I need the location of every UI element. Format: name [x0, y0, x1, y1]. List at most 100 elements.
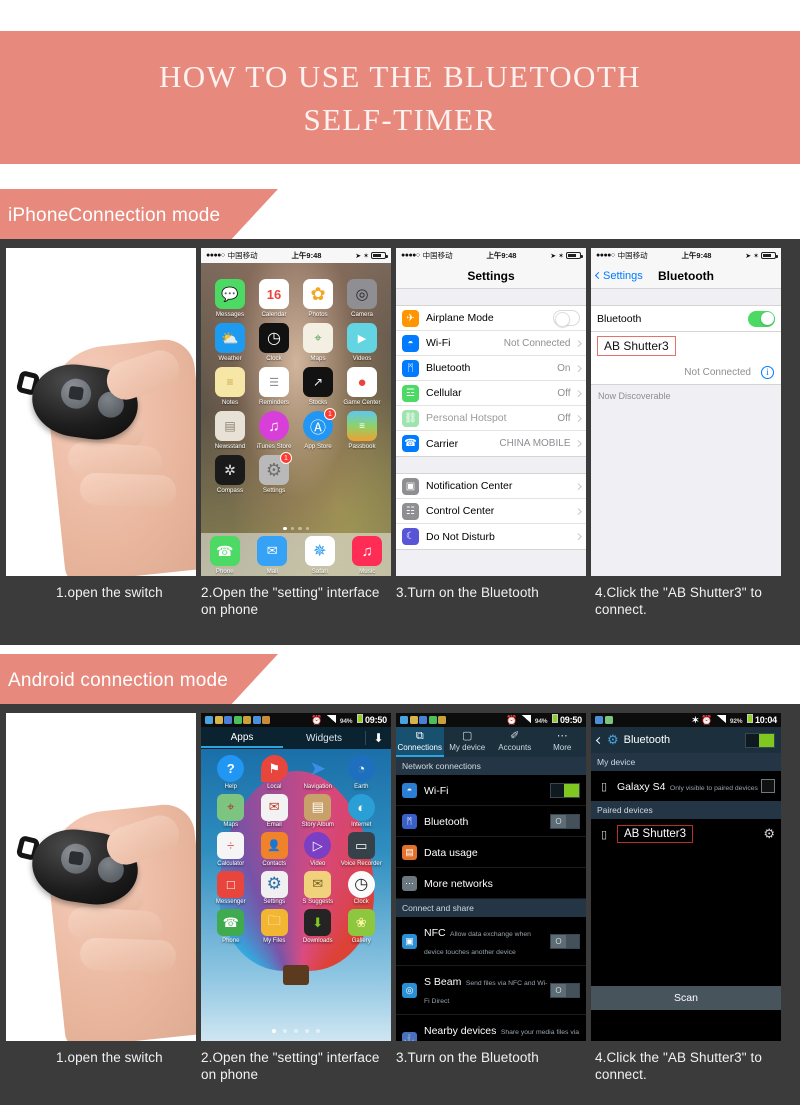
home-app[interactable]: ▤ Newsstand — [208, 411, 252, 450]
tab-apps[interactable]: Apps — [201, 729, 283, 748]
home-app[interactable]: ⌖ Maps — [296, 323, 340, 362]
tab-more[interactable]: ⋯ More — [539, 727, 587, 757]
battery-icon — [371, 252, 388, 259]
drawer-app[interactable]: ✉ S Suggests — [296, 870, 340, 905]
visibility-checkbox[interactable] — [761, 779, 775, 793]
tab-accounts[interactable]: ✐ Accounts — [491, 727, 539, 757]
signal-icon — [326, 715, 336, 723]
chevron-right-icon — [574, 533, 581, 540]
android-row-bluetooth[interactable]: ᛗ Bluetooth O — [396, 806, 586, 837]
app-label: Videos — [352, 355, 372, 362]
scan-button[interactable]: Scan — [591, 986, 781, 1010]
drawer-app[interactable]: ⬇ Downloads — [296, 909, 340, 944]
s-beam-switch[interactable]: O — [550, 982, 580, 998]
drawer-app[interactable]: ❀ Gallery — [340, 909, 384, 944]
settings-row-control-center[interactable]: ☷ Control Center — [396, 499, 586, 524]
drawer-app[interactable]: ? Help — [209, 755, 253, 790]
settings-row-bluetooth[interactable]: ᛗ Bluetooth On — [396, 356, 586, 381]
home-app[interactable]: ✲ Compass — [208, 455, 252, 494]
home-app[interactable]: ↗ Stocks — [296, 367, 340, 406]
back-icon[interactable] — [595, 736, 604, 744]
home-app[interactable]: ◎ Camera — [340, 279, 384, 318]
settings-row-carrier[interactable]: ☎ Carrier CHINA MOBILE — [396, 431, 586, 456]
nfc-switch[interactable]: O — [550, 933, 580, 949]
airplane-toggle[interactable] — [553, 310, 580, 327]
drawer-app[interactable]: ☎ Phone — [209, 909, 253, 944]
bluetooth-device-status-row[interactable]: Not Connected i — [591, 360, 781, 385]
infographic-page: HOW TO USE THE BLUETOOTH SELF-TIMER iPho… — [0, 0, 800, 1114]
drawer-app[interactable]: ⚙ Settings — [253, 870, 297, 905]
dock-app[interactable]: ✉ Mail — [257, 536, 288, 575]
drawer-app[interactable]: □ Messenger — [209, 870, 253, 905]
home-app[interactable]: ✿ Photos — [296, 279, 340, 318]
drawer-app[interactable]: ➤ Navigation — [296, 755, 340, 790]
settings-group-system: ▣ Notification Center ☷ Control Center ☾ — [396, 473, 586, 550]
app-icon: ✲ — [215, 455, 245, 485]
app-icon: ◷ — [259, 323, 289, 353]
android-row-nfc[interactable]: ▣ NFC Allow data exchange when device to… — [396, 917, 586, 966]
drawer-app[interactable]: ◷ Clock — [340, 870, 384, 905]
settings-row-do-not-disturb[interactable]: ☾ Do Not Disturb — [396, 524, 586, 549]
bluetooth-master-switch[interactable] — [745, 732, 775, 748]
settings-row-wifi[interactable]: ◓ Wi-Fi Not Connected — [396, 331, 586, 356]
drawer-app[interactable]: ✉ Email — [253, 793, 297, 828]
home-app[interactable]: ▶ Videos — [340, 323, 384, 362]
home-app[interactable]: ⛅ Weather — [208, 323, 252, 362]
gear-icon[interactable]: ⚙ — [763, 826, 775, 842]
bluetooth-switch[interactable]: O — [550, 813, 580, 829]
home-app[interactable]: ◷ Clock — [252, 323, 296, 362]
home-app[interactable]: 1 ⚙ Settings — [252, 452, 296, 494]
dock-app[interactable]: ✵ Safari — [304, 536, 335, 575]
app-icon: ◎ — [347, 279, 377, 309]
finger — [79, 472, 177, 508]
bluetooth-device-row[interactable]: AB Shutter3 — [591, 332, 781, 360]
settings-row-hotspot[interactable]: ⛓ Personal Hotspot Off — [396, 406, 586, 431]
drawer-app[interactable]: ▤ Story Album — [296, 793, 340, 828]
app-label: Clock — [353, 899, 369, 905]
caption-step-4: 4.Click the "AB Shutter3" to connect. — [595, 1050, 762, 1082]
download-icon[interactable]: ⬇ — [365, 731, 391, 745]
android-row-nearby-devices[interactable]: ⚓ Nearby devices Share your media files … — [396, 1015, 586, 1041]
dock-app[interactable]: ☎ Phone — [209, 536, 240, 575]
settings-row-notification-center[interactable]: ▣ Notification Center — [396, 474, 586, 499]
info-icon[interactable]: i — [761, 365, 774, 379]
back-button[interactable]: Settings — [594, 270, 643, 282]
tab-connections[interactable]: ⧉ Connections — [396, 727, 444, 757]
home-app[interactable]: ≡ Notes — [208, 367, 252, 406]
app-label: Mail — [266, 568, 278, 575]
drawer-app[interactable]: ⌖ Maps — [209, 793, 253, 828]
tab-label: More — [553, 742, 572, 752]
android-paired-device-row[interactable]: ▯ AB Shutter3 ⚙ — [591, 819, 781, 849]
home-app[interactable]: ≡ Passbook — [340, 411, 384, 450]
drawer-app[interactable]: ▷ Video — [296, 832, 340, 867]
drawer-app[interactable]: ⚑ Local — [253, 755, 297, 790]
more-icon: ⋯ — [556, 729, 568, 742]
tab-my-device[interactable]: ▢ My device — [444, 727, 492, 757]
home-app[interactable]: ● Game Center — [340, 367, 384, 406]
settings-row-airplane[interactable]: ✈ Airplane Mode — [396, 306, 586, 331]
app-icon: ❀ — [347, 909, 375, 936]
tab-widgets[interactable]: Widgets — [283, 730, 365, 747]
android-row-wifi[interactable]: ◓ Wi-Fi — [396, 775, 586, 806]
home-app[interactable]: 1 Ⓐ App Store — [296, 408, 340, 450]
home-app[interactable]: ♫ iTunes Store — [252, 411, 296, 450]
wifi-switch[interactable] — [550, 782, 580, 798]
drawer-app[interactable]: ◐ Internet — [340, 793, 384, 828]
android-my-device-row[interactable]: ▯ Galaxy S4 Only visible to paired devic… — [591, 771, 781, 801]
bluetooth-toggle-row[interactable]: Bluetooth — [591, 306, 781, 331]
drawer-app[interactable]: ÷ Calculator — [209, 832, 253, 867]
android-row-more-networks[interactable]: ⋯ More networks — [396, 868, 586, 899]
home-app[interactable]: ☰ Reminders — [252, 367, 296, 406]
dock-app[interactable]: ♫ Music — [352, 536, 383, 575]
android-status-bar: ⏰ 94% 09:50 — [396, 713, 586, 727]
drawer-app[interactable]: ◔ Earth — [340, 755, 384, 790]
drawer-app[interactable]: 🗀 My Files — [253, 909, 297, 944]
home-app[interactable]: 💬 Messages — [208, 279, 252, 318]
drawer-app[interactable]: 👤 Contacts — [253, 832, 297, 867]
drawer-app[interactable]: ▭ Voice Recorder — [340, 832, 384, 867]
home-app[interactable]: 16 Calendar — [252, 279, 296, 318]
android-row-s-beam[interactable]: ◎ S Beam Send files via NFC and Wi-Fi Di… — [396, 966, 586, 1015]
settings-row-cellular[interactable]: ☲ Cellular Off — [396, 381, 586, 406]
bluetooth-toggle[interactable] — [748, 310, 775, 327]
android-row-data-usage[interactable]: ▤ Data usage — [396, 837, 586, 868]
